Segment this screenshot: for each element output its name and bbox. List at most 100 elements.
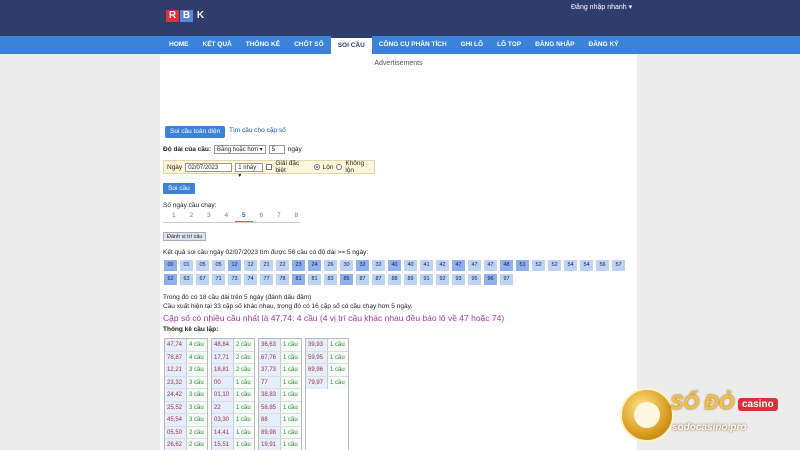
- pair-cell: 14,41: [212, 426, 234, 438]
- count-cell: 4 cầu: [187, 351, 207, 363]
- number-cell[interactable]: 21: [260, 260, 273, 271]
- number-cell[interactable]: 77: [260, 274, 273, 285]
- number-cell[interactable]: 67: [196, 274, 209, 285]
- watermark-url: sodocasino.pro: [672, 422, 747, 433]
- nav-item[interactable]: ĐĂNG KÝ: [582, 36, 626, 54]
- pair-cell: 36,63: [259, 339, 281, 351]
- number-cell[interactable]: 81: [292, 274, 305, 285]
- number-cell[interactable]: 47: [484, 260, 497, 271]
- count-cell: 1 cầu: [281, 339, 301, 351]
- count-cell: 1 cầu: [281, 364, 301, 376]
- special-prize-checkbox[interactable]: [266, 164, 273, 170]
- number-cell[interactable]: 12: [244, 260, 257, 271]
- number-cell[interactable]: 89: [404, 274, 417, 285]
- nav-item[interactable]: CÔNG CỤ PHÂN TÍCH: [372, 36, 454, 54]
- date-input[interactable]: 02/07/2023: [185, 162, 233, 172]
- count-cell: 1 cầu: [328, 364, 348, 376]
- number-cell[interactable]: 05: [212, 260, 225, 271]
- number-cell[interactable]: 51: [516, 260, 529, 271]
- number-cell[interactable]: 41: [420, 260, 433, 271]
- pair-cell: 88: [259, 414, 281, 426]
- table-row: 39,93 1 cầu: [306, 339, 348, 352]
- number-cell[interactable]: 47: [452, 260, 465, 271]
- number-cell[interactable]: 83: [324, 274, 337, 285]
- number-cell[interactable]: 63: [180, 274, 193, 285]
- number-cell[interactable]: 56: [596, 260, 609, 271]
- table-row: 23,32 3 cầu: [165, 376, 207, 389]
- pair-cell: 00: [212, 376, 234, 388]
- number-cell[interactable]: 40: [404, 260, 417, 271]
- pair-cell: 47,74: [165, 339, 187, 351]
- number-cell[interactable]: 05: [196, 260, 209, 271]
- number-cell[interactable]: 92: [436, 274, 449, 285]
- quick-login-link[interactable]: Đăng nhập nhanh ▾: [571, 3, 632, 11]
- count-cell: 1 cầu: [328, 376, 348, 389]
- number-cell[interactable]: 32: [372, 260, 385, 271]
- number-cell[interactable]: 91: [420, 274, 433, 285]
- tab-pair-search[interactable]: Tìm cầu cho cặp số: [229, 127, 286, 134]
- length-input[interactable]: 5: [268, 145, 285, 154]
- repeat-stats-table: 48,84 2 cầu 17,71 2 cầu 18,81 2 cầu 00 1 cầu 01,…: [211, 338, 255, 450]
- number-cell[interactable]: 93: [452, 274, 465, 285]
- number-cell[interactable]: 87: [372, 274, 385, 285]
- number-cell[interactable]: 30: [340, 260, 353, 271]
- table-row: 18,81 2 cầu: [212, 364, 254, 377]
- number-cell[interactable]: 22: [276, 260, 289, 271]
- pair-cell: 67,76: [259, 351, 281, 363]
- number-cell[interactable]: 78: [276, 274, 289, 285]
- number-cell[interactable]: 01: [180, 260, 193, 271]
- number-cell[interactable]: 24: [308, 260, 321, 271]
- number-cell[interactable]: 87: [356, 274, 369, 285]
- number-cell[interactable]: 47: [468, 260, 481, 271]
- table-row: 24,42 3 cầu: [165, 389, 207, 402]
- no-reverse-radio[interactable]: [336, 164, 343, 170]
- table-row: 36,63 1 cầu: [259, 339, 301, 352]
- number-cell[interactable]: 97: [500, 274, 513, 285]
- number-cell[interactable]: 62: [164, 274, 177, 285]
- number-cell[interactable]: 48: [500, 260, 513, 271]
- number-cell[interactable]: 95: [468, 274, 481, 285]
- number-cell[interactable]: 12: [228, 260, 241, 271]
- number-cell[interactable]: 54: [580, 260, 593, 271]
- nav-item[interactable]: HOME: [162, 36, 196, 54]
- jump-select[interactable]: 1 nháy ▾: [235, 162, 264, 179]
- run-analysis-button[interactable]: Soi cầu: [163, 183, 195, 194]
- number-cell[interactable]: 74: [244, 274, 257, 285]
- nav-item[interactable]: ĐĂNG NHẬP: [528, 36, 581, 54]
- length-select[interactable]: Bằng hoặc hơn ▾: [214, 145, 266, 154]
- no-reverse-label: Không lộn: [345, 160, 365, 174]
- site-logo[interactable]: R B K: [166, 10, 207, 22]
- number-cell[interactable]: 23: [292, 260, 305, 271]
- pair-cell: 01,10: [212, 389, 234, 401]
- number-cell[interactable]: 26: [324, 260, 337, 271]
- mark-position-button[interactable]: Đánh vị trí cầu: [163, 232, 207, 241]
- table-row: 26,62 2 cầu: [165, 439, 207, 450]
- nav-item[interactable]: KẾT QUẢ: [196, 36, 239, 54]
- nav-item[interactable]: THỐNG KÊ: [239, 36, 287, 54]
- nav-item[interactable]: CHỐT SỐ: [287, 36, 331, 54]
- number-cell[interactable]: 00: [164, 260, 177, 271]
- tab-full-analysis[interactable]: Soi cầu toàn diện: [165, 126, 226, 138]
- watermark-emblem: [620, 388, 674, 442]
- number-cell[interactable]: 73: [228, 274, 241, 285]
- number-cell[interactable]: 88: [388, 274, 401, 285]
- number-cell[interactable]: 57: [612, 260, 625, 271]
- nav-item[interactable]: GHI LÔ: [454, 36, 490, 54]
- count-cell: 1 cầu: [281, 414, 301, 426]
- number-cell[interactable]: 81: [308, 274, 321, 285]
- number-cell[interactable]: 96: [484, 274, 497, 285]
- number-cell[interactable]: 42: [436, 260, 449, 271]
- nav-item[interactable]: SOI CẦU: [330, 36, 372, 54]
- count-cell: 3 cầu: [187, 389, 207, 401]
- number-cell[interactable]: 52: [532, 260, 545, 271]
- reverse-radio[interactable]: [313, 164, 320, 170]
- number-cell[interactable]: 32: [356, 260, 369, 271]
- note-pairs: Cầu xuất hiện tại 33 cặp số khác nhau, t…: [163, 303, 413, 310]
- number-cell[interactable]: 52: [548, 260, 561, 271]
- nav-item[interactable]: LÔ TOP: [490, 36, 528, 54]
- number-cell[interactable]: 71: [212, 274, 225, 285]
- table-row: 17,71 2 cầu: [212, 351, 254, 364]
- number-cell[interactable]: 40: [388, 260, 401, 271]
- number-cell[interactable]: 54: [564, 260, 577, 271]
- number-cell[interactable]: 85: [340, 274, 353, 285]
